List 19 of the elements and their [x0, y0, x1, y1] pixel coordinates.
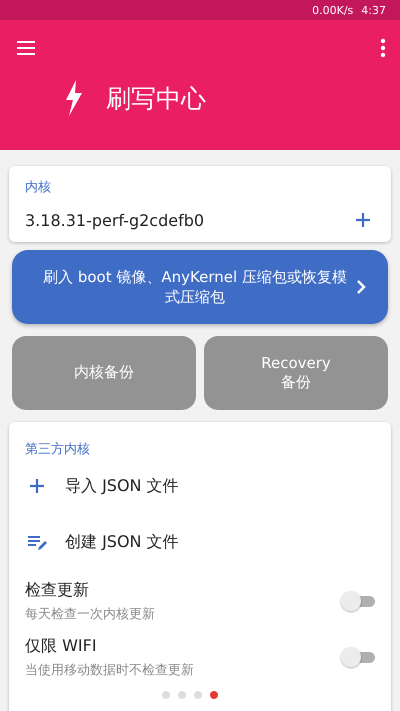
backup-button[interactable]: Recovery 备份 [204, 336, 388, 410]
action-item[interactable]: 导入 JSON 文件 [65, 476, 179, 496]
network-speed: 0.00K/s [312, 4, 354, 16]
page-title: 刷写中心 [106, 82, 206, 114]
action-item[interactable]: 创建 JSON 文件 [65, 532, 179, 552]
setting-title: 检查更新 [25, 580, 90, 600]
setting-title: 仅限 WIFI [25, 636, 98, 656]
setting-description: 当使用移动数据时不检查更新 [25, 662, 194, 678]
backup-button[interactable]: 内核备份 [12, 336, 196, 410]
more-options-icon[interactable] [380, 36, 386, 60]
kernel-version: 3.18.31-perf-g2cdefb0 [25, 210, 204, 230]
clock: 4:37 [361, 4, 386, 16]
lightning-icon [64, 80, 84, 116]
section-heading: 第三方内核 [25, 441, 91, 458]
toggle-switch[interactable] [341, 591, 375, 611]
toggle-switch[interactable] [341, 647, 375, 667]
section-heading: 内核 [25, 179, 52, 196]
flash-button[interactable]: 刷入 boot 镜像、AnyKernel 压缩包或恢复模式压缩包 [12, 250, 388, 324]
setting-description: 每天检查一次内核更新 [25, 606, 155, 622]
